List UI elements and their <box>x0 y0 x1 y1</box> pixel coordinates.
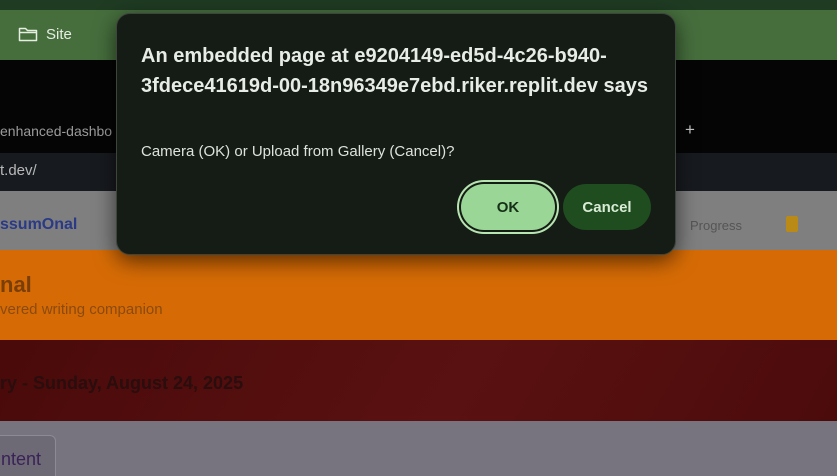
content-tab[interactable]: ntent <box>0 435 56 476</box>
dialog-heading: An embedded page at e9204149-ed5d-4c26-b… <box>141 45 648 97</box>
header-banner: nal vered writing companion <box>0 250 837 340</box>
embedded-tab-label[interactable]: enhanced-dashbo <box>0 123 112 139</box>
ok-button[interactable]: OK <box>461 184 555 230</box>
confirm-dialog: An embedded page at e9204149-ed5d-4c26-b… <box>116 13 676 255</box>
brand-logo-text[interactable]: ssumOnal <box>0 216 77 234</box>
new-tab-plus-icon[interactable]: + <box>685 120 695 140</box>
content-tab-label: ntent <box>1 449 42 469</box>
folder-icon <box>18 27 38 42</box>
bookmark-site-label: Site <box>46 25 72 43</box>
cancel-button[interactable]: Cancel <box>563 184 651 230</box>
nav-badge-icon <box>786 216 798 232</box>
nav-progress-link[interactable]: Progress <box>690 218 742 233</box>
window-top-strip <box>0 0 837 10</box>
dialog-message: Camera (OK) or Upload from Gallery (Canc… <box>141 143 455 160</box>
address-fragment[interactable]: t.dev/ <box>0 162 37 179</box>
content-area: ntent <box>0 421 837 476</box>
entry-header: ry - Sunday, August 24, 2025 <box>0 340 837 421</box>
entry-date-title: ry - Sunday, August 24, 2025 <box>0 373 244 393</box>
screen: Site enhanced-dashbo + t.dev/ ssumOnal P… <box>0 0 837 476</box>
banner-subtitle: vered writing companion <box>0 301 163 318</box>
banner-title: nal <box>0 272 32 297</box>
bookmark-site[interactable]: Site <box>18 24 72 44</box>
